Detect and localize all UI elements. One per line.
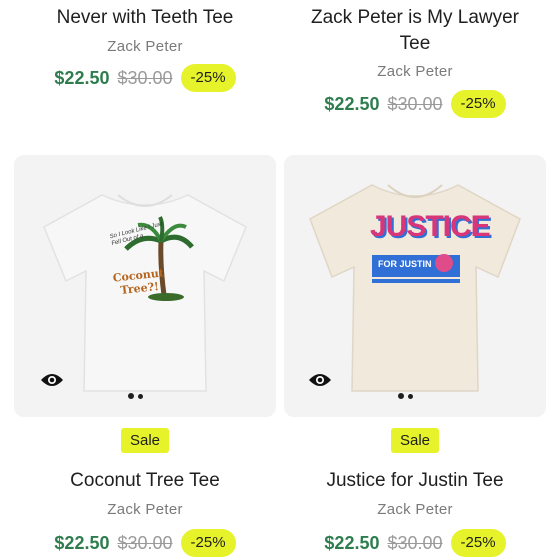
product-title[interactable]: Coconut Tree Tee <box>14 468 276 494</box>
price-row: $22.50 $30.00 -25% <box>285 90 545 118</box>
price-row: $22.50 $30.00 -25% <box>15 64 275 92</box>
product-image-card[interactable]: So I Look Like I Just Fell Out of a Coco… <box>14 155 276 417</box>
discount-badge: -25% <box>180 529 236 557</box>
sale-badge: Sale <box>120 428 170 453</box>
sale-price: $22.50 <box>324 532 380 553</box>
product-title-line: Zack Peter is My Lawyer <box>311 7 519 28</box>
price-row: $22.50 $30.00 -25% <box>14 529 276 557</box>
image-pagination[interactable] <box>128 393 143 399</box>
sale-badge: Sale <box>390 428 440 453</box>
compare-price: $30.00 <box>387 93 443 114</box>
quick-view-button[interactable] <box>38 366 66 394</box>
pagination-dot-active[interactable] <box>128 393 134 399</box>
discount-badge: -25% <box>180 64 236 92</box>
pagination-dot-active[interactable] <box>398 393 404 399</box>
eye-icon <box>309 374 331 386</box>
graphic-subtitle: FOR JUSTIN <box>378 259 432 269</box>
compare-price: $30.00 <box>117 532 173 553</box>
product-vendor: Zack Peter <box>377 501 453 518</box>
compare-price: $30.00 <box>387 532 443 553</box>
product-title[interactable]: Zack Peter is My Lawyer Tee <box>285 5 545 57</box>
quick-view-button[interactable] <box>306 366 334 394</box>
product-vendor: Zack Peter <box>377 63 453 80</box>
sale-price: $22.50 <box>54 67 110 88</box>
sale-badge-wrap: Sale <box>14 428 276 453</box>
product-title[interactable]: Justice for Justin Tee <box>284 468 546 494</box>
image-pagination[interactable] <box>398 393 413 399</box>
discount-badge: -25% <box>450 529 506 557</box>
discount-badge: -25% <box>450 90 506 118</box>
compare-price: $30.00 <box>117 67 173 88</box>
product-vendor: Zack Peter <box>107 38 183 55</box>
pagination-dot[interactable] <box>138 393 143 399</box>
product-image-card[interactable]: JUSTICE FOR JUSTIN <box>284 155 546 417</box>
sale-price: $22.50 <box>54 532 110 553</box>
sale-price: $22.50 <box>324 93 380 114</box>
product-title[interactable]: Never with Teeth Tee <box>15 5 275 31</box>
product-vendor: Zack Peter <box>107 501 183 518</box>
eye-icon <box>41 374 63 386</box>
product-title-line: Tee <box>399 33 431 54</box>
pagination-dot[interactable] <box>408 393 413 399</box>
sale-badge-wrap: Sale <box>284 428 546 453</box>
price-row: $22.50 $30.00 -25% <box>284 529 546 557</box>
graphic-title: JUSTICE <box>370 210 491 243</box>
